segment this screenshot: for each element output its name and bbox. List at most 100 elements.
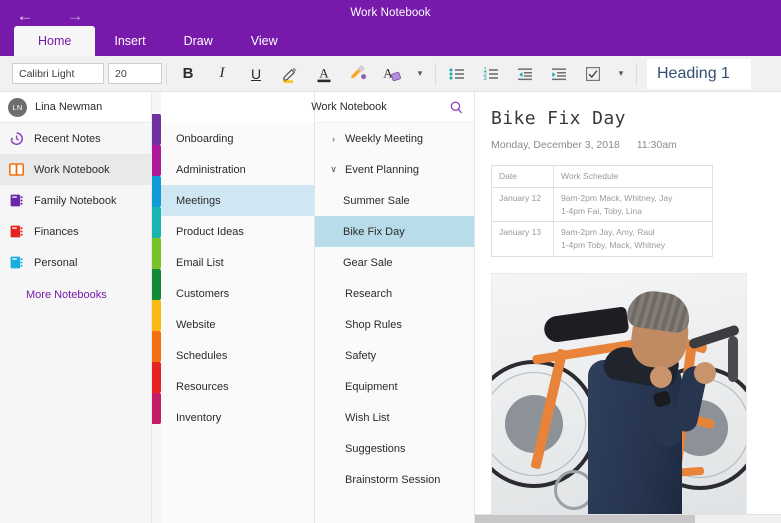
- notebook-sidebar: LN Lina Newman Recent Notes Work Noteboo…: [0, 92, 152, 523]
- pages-header: Work Notebook: [311, 92, 474, 123]
- onenote-window: ← → Work Notebook Home Insert Draw View …: [0, 0, 781, 523]
- table-row[interactable]: January 13 9am-2pm Jay, Amy, Raul 1-4pm …: [491, 221, 713, 257]
- notebook-icon: [8, 223, 25, 240]
- horizontal-scrollbar[interactable]: [475, 514, 781, 523]
- toolbar-divider: [166, 62, 167, 85]
- page-item-shop-rules[interactable]: Shop Rules: [315, 309, 474, 340]
- page-item-weekly-meeting[interactable]: › Weekly Meeting: [315, 123, 474, 154]
- section-item-customers[interactable]: Customers: [161, 278, 314, 309]
- checkbox-todo-icon[interactable]: [576, 59, 610, 89]
- table-header-date: Date: [491, 165, 554, 188]
- page-item-bike-fix-day[interactable]: Bike Fix Day: [315, 216, 474, 247]
- page-item-wish-list[interactable]: Wish List: [315, 402, 474, 433]
- section-item-resources[interactable]: Resources: [161, 371, 314, 402]
- search-icon[interactable]: [449, 100, 464, 115]
- schedule-line: 9am-2pm Jay, Amy, Raul: [561, 227, 655, 238]
- chevron-right-icon[interactable]: ›: [329, 134, 338, 144]
- page-item-event-planning[interactable]: ∨ Event Planning: [315, 154, 474, 185]
- page-item-label: Shop Rules: [345, 318, 402, 331]
- chevron-down-icon[interactable]: ∨: [329, 164, 338, 175]
- sidebar-item-finances[interactable]: Finances: [0, 216, 151, 247]
- font-size-input[interactable]: 20: [108, 63, 162, 84]
- section-item-schedules[interactable]: Schedules: [161, 340, 314, 371]
- section-color-chip: [152, 114, 161, 145]
- decrease-indent-icon[interactable]: [508, 59, 542, 89]
- page-item-suggestions[interactable]: Suggestions: [315, 433, 474, 464]
- table-cell-schedule: 9am-2pm Jay, Amy, Raul 1-4pm Toby, Mack,…: [553, 221, 713, 257]
- page-timestamp: Monday, December 3, 2018 11:30am: [491, 139, 781, 151]
- page-item-label: Bike Fix Day: [343, 225, 405, 238]
- schedule-line: 1-4pm Fai, Toby, Lina: [561, 205, 642, 216]
- tab-home[interactable]: Home: [14, 26, 96, 56]
- page-item-label: Gear Sale: [343, 256, 393, 269]
- page-item-gear-sale[interactable]: Gear Sale: [315, 247, 474, 278]
- schedule-line: 9am-2pm Mack, Whitney, Jay: [561, 192, 673, 203]
- page-item-label: Research: [345, 287, 393, 300]
- numbered-list-icon[interactable]: 1 2 3: [474, 59, 508, 89]
- note-canvas[interactable]: Bike Fix Day Monday, December 3, 2018 11…: [475, 92, 781, 523]
- page-title[interactable]: Bike Fix Day: [491, 108, 781, 129]
- bicycle-stem: [728, 335, 738, 382]
- page-item-label: Weekly Meeting: [345, 132, 424, 145]
- section-item-administration[interactable]: Administration: [161, 154, 314, 185]
- underline-button[interactable]: U: [239, 59, 273, 89]
- section-color-strip: [152, 92, 161, 523]
- tab-draw[interactable]: Draw: [165, 26, 232, 56]
- table-row[interactable]: January 12 9am-2pm Mack, Whitney, Jay 1-…: [491, 186, 713, 223]
- tab-view[interactable]: View: [232, 26, 297, 56]
- bicycle-photo[interactable]: [491, 272, 747, 523]
- section-item-product-ideas[interactable]: Product Ideas: [161, 216, 314, 247]
- page-item-summer-sale[interactable]: Summer Sale: [315, 185, 474, 216]
- section-color-chip: [152, 362, 161, 393]
- section-item-website[interactable]: Website: [161, 309, 314, 340]
- ribbon-tabs: Home Insert Draw View: [14, 26, 297, 56]
- section-color-chip: [152, 393, 161, 424]
- bold-button[interactable]: B: [171, 59, 205, 89]
- person-hand: [694, 361, 716, 384]
- page-item-label: Summer Sale: [343, 194, 410, 207]
- format-painter-icon[interactable]: [341, 59, 375, 89]
- pages-column: Work Notebook › Weekly Meeting ∨ Event P…: [311, 92, 475, 523]
- page-item-safety[interactable]: Safety: [315, 340, 474, 371]
- account-row[interactable]: LN Lina Newman: [0, 92, 151, 123]
- page-item-equipment[interactable]: Equipment: [315, 371, 474, 402]
- work-schedule-table[interactable]: Date Work Schedule January 12 9am-2pm Ma…: [491, 165, 713, 257]
- sidebar-item-label: Recent Notes: [34, 132, 101, 145]
- list-more-chevron-down-icon[interactable]: ▾: [610, 59, 632, 89]
- svg-text:A: A: [383, 65, 393, 80]
- scrollbar-thumb[interactable]: [475, 515, 696, 523]
- highlighter-pen-icon[interactable]: [273, 59, 307, 89]
- list-group: 1 2 3 ▾: [440, 59, 632, 89]
- notebook-icon: [8, 254, 25, 271]
- section-item-meetings[interactable]: Meetings: [161, 185, 314, 216]
- section-color-chip: [152, 176, 161, 207]
- font-name-input[interactable]: Calibri Light: [12, 63, 104, 84]
- clear-formatting-icon[interactable]: A: [375, 59, 409, 89]
- table-header-schedule: Work Schedule: [553, 165, 713, 188]
- open-book-icon: [8, 161, 25, 178]
- section-item-onboarding[interactable]: Onboarding: [161, 123, 314, 154]
- section-item-email-list[interactable]: Email List: [161, 247, 314, 278]
- table-row-header: Date Work Schedule: [491, 165, 713, 188]
- sidebar-item-label: Work Notebook: [34, 163, 110, 176]
- section-color-chip: [152, 269, 161, 300]
- tab-insert[interactable]: Insert: [95, 26, 164, 56]
- italic-button[interactable]: I: [205, 59, 239, 89]
- notebook-icon: [8, 192, 25, 209]
- section-color-chip: [152, 331, 161, 362]
- page-item-brainstorm-session[interactable]: Brainstorm Session: [315, 464, 474, 495]
- table-cell-date: January 12: [491, 186, 554, 223]
- increase-indent-icon[interactable]: [542, 59, 576, 89]
- sidebar-item-personal[interactable]: Personal: [0, 247, 151, 278]
- bullet-list-icon[interactable]: [440, 59, 474, 89]
- sidebar-item-recent-notes[interactable]: Recent Notes: [0, 123, 151, 154]
- sidebar-item-family-notebook[interactable]: Family Notebook: [0, 185, 151, 216]
- page-item-research[interactable]: Research: [315, 278, 474, 309]
- paragraph-style-selector[interactable]: Heading 1: [647, 58, 751, 89]
- more-notebooks-link[interactable]: More Notebooks: [0, 278, 151, 312]
- font-more-chevron-down-icon[interactable]: ▾: [409, 59, 431, 89]
- sidebar-item-work-notebook[interactable]: Work Notebook: [0, 154, 151, 185]
- font-color-icon[interactable]: A: [307, 59, 341, 89]
- section-color-chip: [152, 300, 161, 331]
- section-item-inventory[interactable]: Inventory: [161, 402, 314, 433]
